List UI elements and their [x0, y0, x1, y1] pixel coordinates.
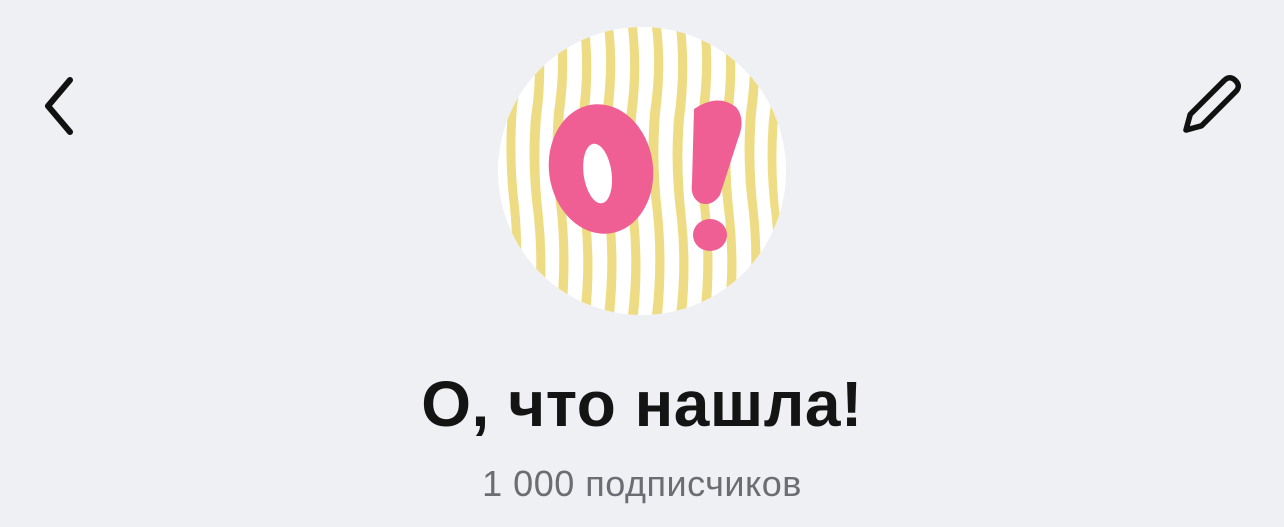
channel-title: О, что нашла!: [421, 368, 863, 440]
channel-header: О, что нашла! 1 000 подписчиков: [0, 0, 1284, 527]
channel-avatar[interactable]: [498, 27, 786, 315]
back-button[interactable]: [28, 68, 92, 140]
edit-button[interactable]: [1172, 70, 1248, 142]
pencil-icon: [1183, 74, 1242, 133]
chevron-left-icon: [45, 77, 73, 135]
subscriber-count[interactable]: 1 000 подписчиков: [0, 462, 1284, 506]
channel-logo: [498, 27, 786, 315]
